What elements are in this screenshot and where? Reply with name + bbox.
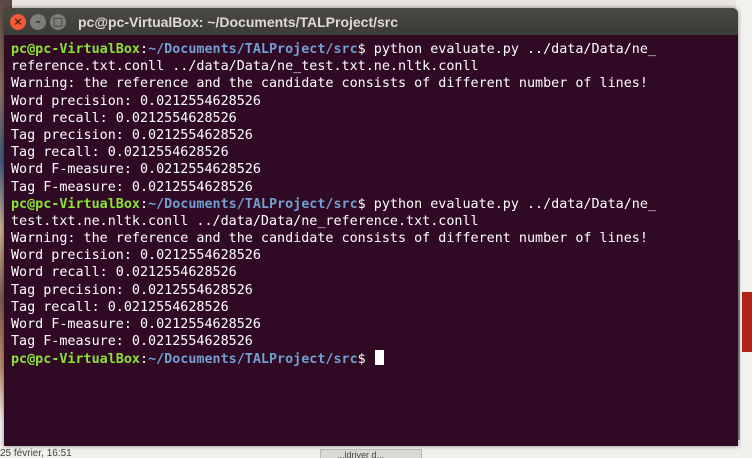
prompt-symbol: $ (357, 196, 374, 212)
output-line: Tag F-measure: 0.0212554628526 (11, 334, 253, 350)
output-line: Warning: the reference and the candidate… (11, 231, 648, 247)
text-cursor (374, 350, 384, 366)
background-bottom-bar: 25 février, 16:51 ...ldriver d... (0, 446, 752, 458)
terminal-output[interactable]: pc@pc-VirtualBox:~/Documents/TALProject/… (4, 35, 738, 446)
output-line: Word precision: 0.0212554628526 (11, 248, 261, 264)
prompt-symbol: $ (357, 352, 374, 368)
background-timestamp: 25 février, 16:51 (0, 448, 72, 458)
prompt-path: ~/Documents/TALProject/src (148, 42, 358, 57)
output-line: test.txt.ne.nltk.conll ../data/Data/ne_r… (11, 213, 479, 229)
output-line: Tag precision: 0.0212554628526 (11, 282, 253, 298)
close-button[interactable]: × (10, 13, 26, 30)
prompt-separator: : (140, 42, 149, 57)
output-line: Tag recall: 0.0212554628526 (11, 299, 229, 315)
command-text: python evaluate.py ../data/Data/ne_ (373, 196, 656, 212)
output-line: reference.txt.conll ../data/Data/ne_test… (11, 59, 479, 75)
minimize-button[interactable]: – (30, 13, 46, 30)
prompt-separator: : (140, 352, 149, 368)
output-line: Tag precision: 0.0212554628526 (11, 127, 253, 143)
output-line: Tag F-measure: 0.0212554628526 (11, 179, 253, 195)
prompt-line: pc@pc-VirtualBox:~/Documents/TALProject/… (11, 41, 738, 58)
window-titlebar[interactable]: × – □ pc@pc-VirtualBox: ~/Documents/TALP… (4, 8, 738, 35)
desktop: 25 février, 16:51 ...ldriver d... × – □ … (0, 0, 752, 458)
prompt-path: ~/Documents/TALProject/src (148, 196, 358, 212)
output-line: Tag recall: 0.0212554628526 (11, 145, 229, 161)
output-line: Word recall: 0.0212554628526 (11, 110, 237, 126)
minimize-icon: – (35, 14, 41, 28)
close-icon: × (13, 14, 23, 28)
output-line: Word F-measure: 0.0212554628526 (11, 162, 261, 178)
output-line: Word precision: 0.0212554628526 (11, 93, 261, 109)
output-line: Word F-measure: 0.0212554628526 (11, 317, 261, 332)
background-window-right (736, 0, 752, 458)
terminal-window[interactable]: × – □ pc@pc-VirtualBox: ~/Documents/TALP… (4, 8, 738, 446)
prompt-line: pc@pc-VirtualBox:~/Documents/TALProject/… (11, 350, 738, 367)
window-title: pc@pc-VirtualBox: ~/Documents/TALProject… (78, 13, 399, 30)
prompt-user-host: pc@pc-VirtualBox (11, 352, 140, 368)
background-chip[interactable]: ...ldriver d... (320, 449, 422, 458)
output-line: Warning: the reference and the candidate… (11, 76, 648, 92)
output-line: Word recall: 0.0212554628526 (11, 265, 237, 281)
prompt-path: ~/Documents/TALProject/src (148, 352, 358, 368)
background-red-strip (742, 292, 752, 352)
command-text: python evaluate.py ../data/Data/ne_ (373, 42, 656, 57)
prompt-symbol: $ (357, 42, 374, 57)
prompt-user-host: pc@pc-VirtualBox (11, 42, 140, 57)
background-divider (738, 240, 740, 440)
prompt-line: pc@pc-VirtualBox:~/Documents/TALProject/… (11, 196, 738, 213)
maximize-icon: □ (52, 14, 64, 28)
prompt-separator: : (140, 196, 149, 212)
prompt-user-host: pc@pc-VirtualBox (11, 196, 140, 212)
maximize-button[interactable]: □ (50, 13, 66, 30)
